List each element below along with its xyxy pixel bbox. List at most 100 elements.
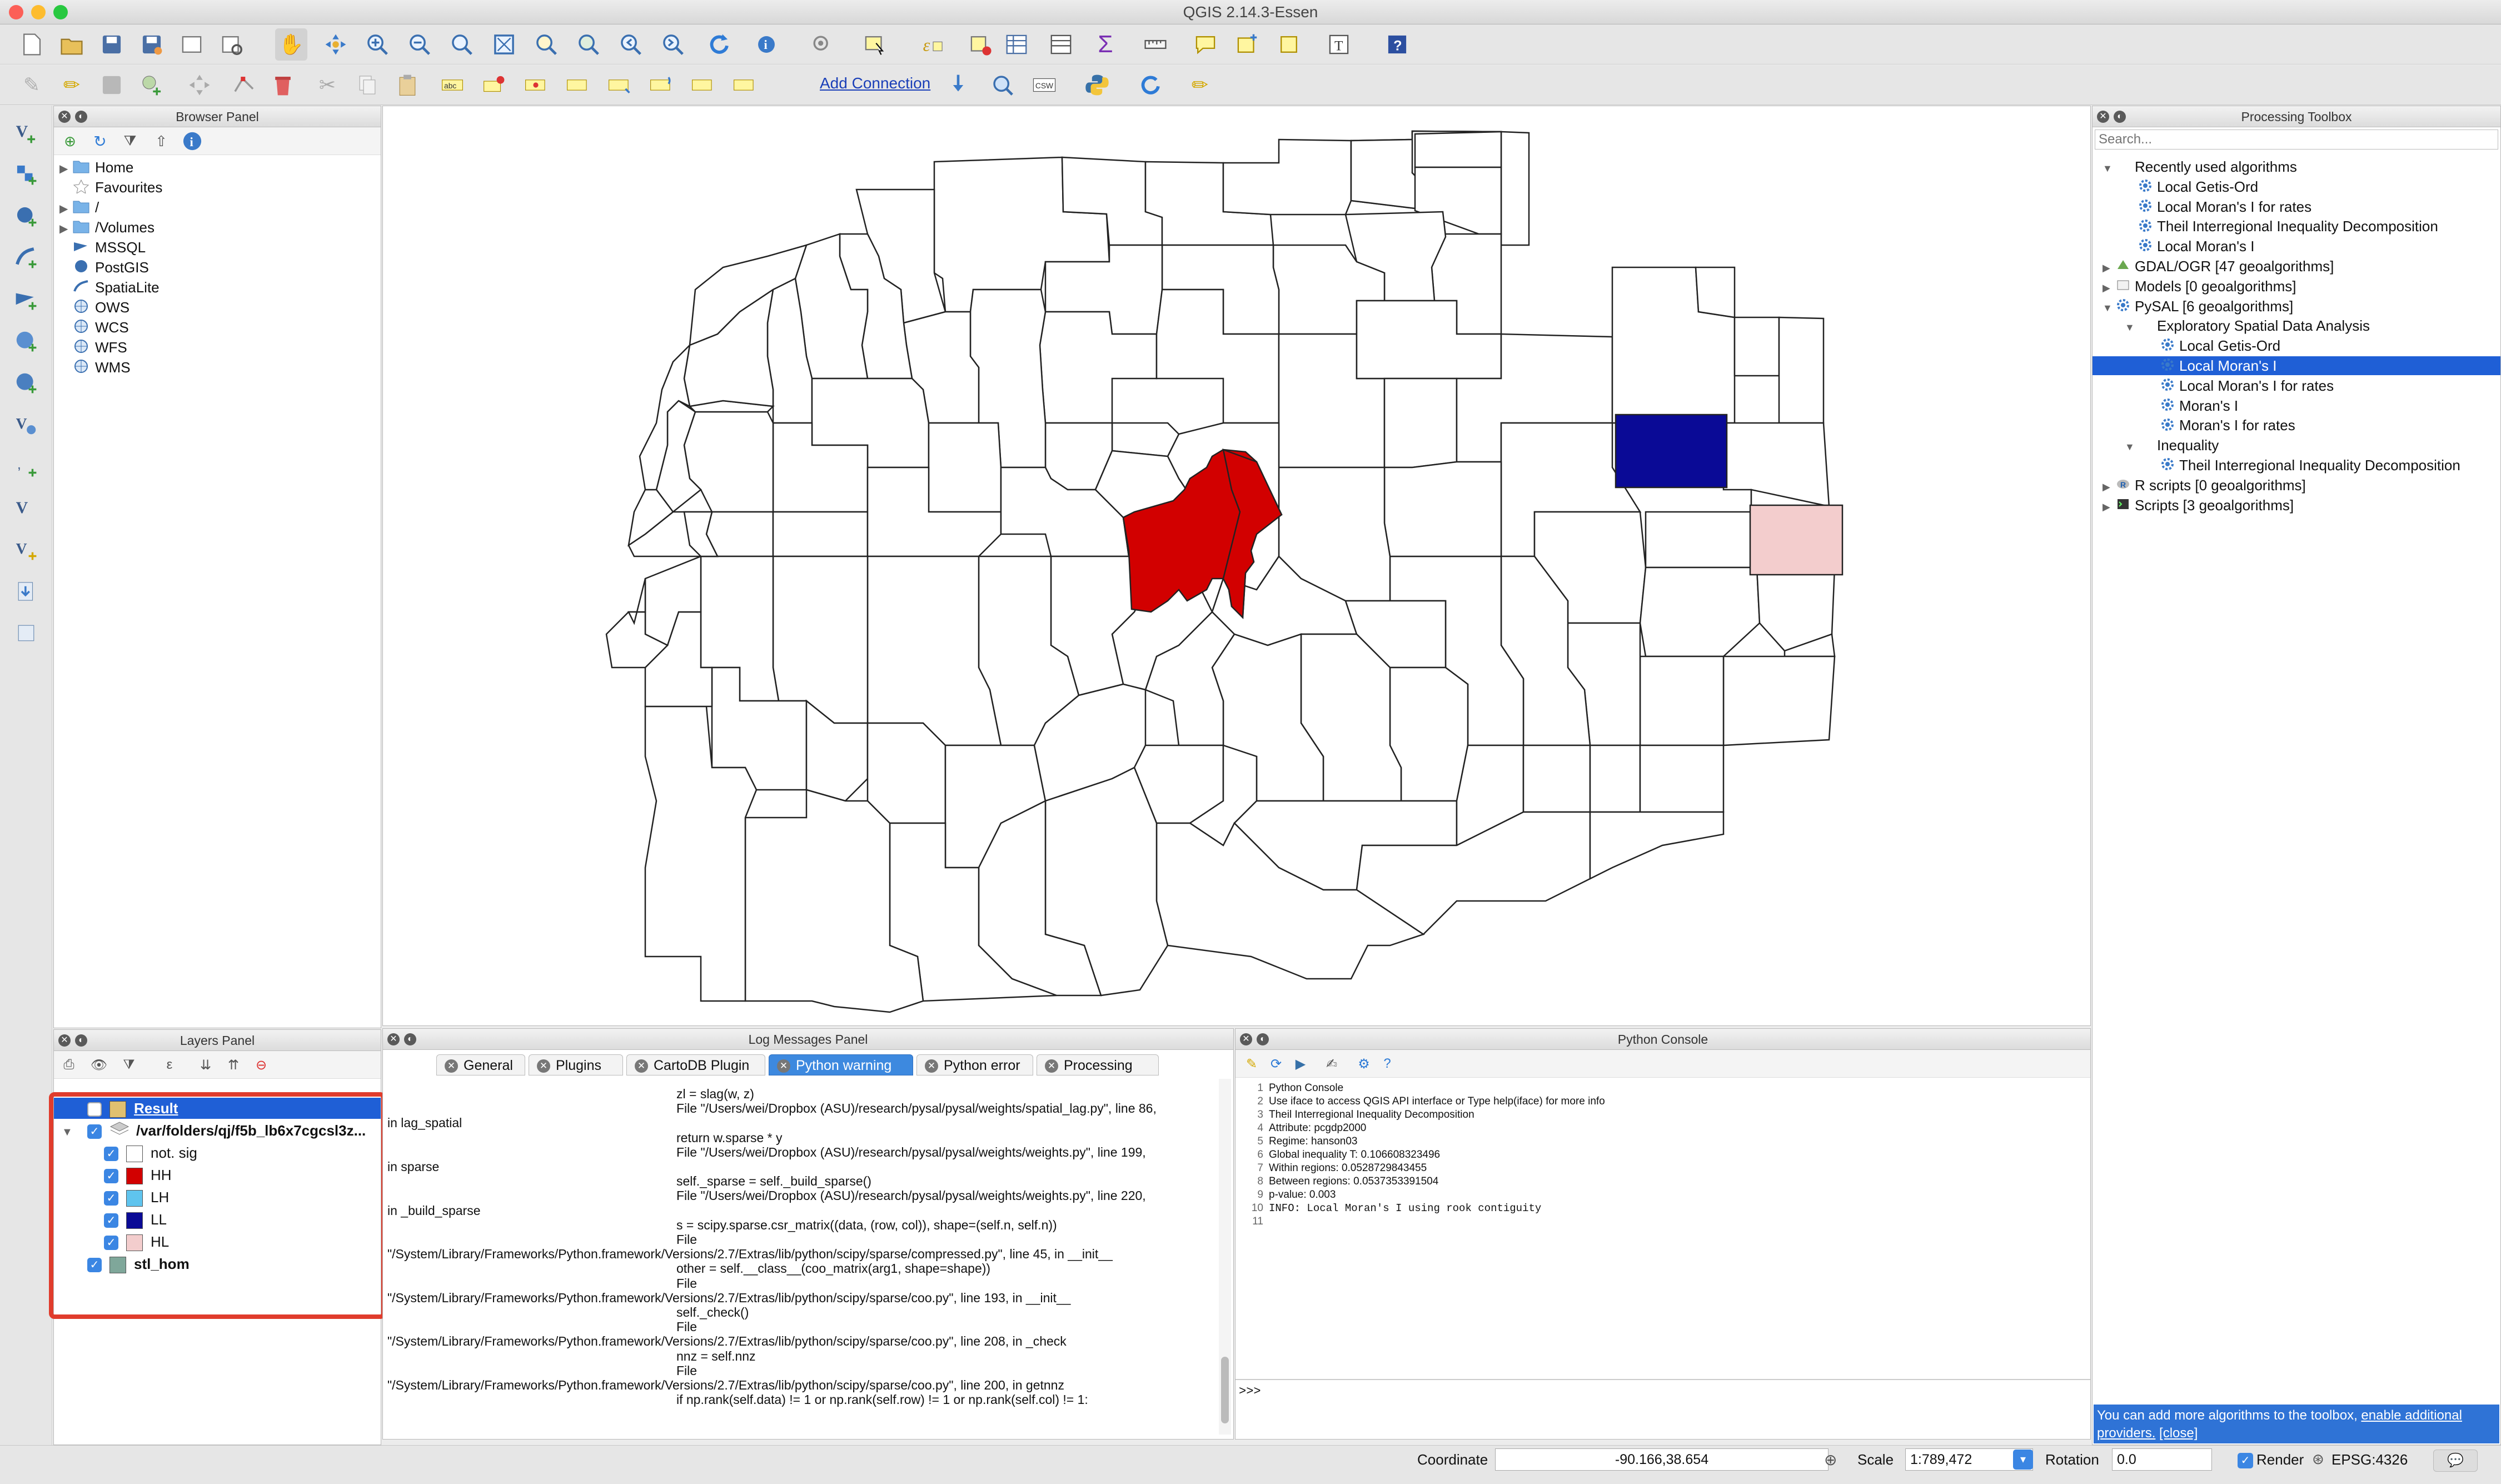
log-tab[interactable]: ✕ Python error — [916, 1054, 1033, 1075]
map-tips-icon[interactable] — [1189, 28, 1222, 61]
add-vector-layer-icon[interactable]: V — [10, 117, 42, 149]
zoom-to-selection-icon[interactable] — [530, 28, 562, 61]
label-properties-icon[interactable] — [728, 69, 760, 101]
log-tab[interactable]: ✕ CartoDB Plugin — [626, 1054, 765, 1075]
layer-visibility-checkbox[interactable]: ✓ — [104, 1213, 118, 1228]
layer-visibility-checkbox[interactable]: ✓ — [104, 1147, 118, 1162]
add-feature-icon[interactable] — [136, 69, 168, 101]
label-rotate-icon[interactable] — [645, 69, 677, 101]
filter-by-expression-icon[interactable]: ε — [153, 1052, 186, 1078]
zoom-out-icon[interactable] — [403, 28, 436, 61]
layer-item[interactable]: ✓ HL — [54, 1231, 381, 1252]
save-as-icon[interactable] — [136, 28, 168, 61]
close-icon[interactable]: ✕ — [58, 1034, 71, 1047]
digitize-icon[interactable]: ✏ — [1184, 69, 1216, 101]
layer-visibility-checkbox[interactable]: ✓ — [87, 1124, 102, 1139]
refresh-icon[interactable]: ↻ — [87, 128, 113, 154]
show-editor-icon[interactable]: ✍ — [1319, 1051, 1344, 1077]
processing-item[interactable]: Local Moran's I for rates — [2093, 376, 2500, 395]
float-icon[interactable]: ◐ — [75, 1034, 87, 1047]
log-tab[interactable]: ✕ General — [436, 1054, 525, 1075]
float-icon[interactable]: ◐ — [2114, 111, 2126, 123]
zoom-in-icon[interactable] — [361, 28, 393, 61]
print-composer-icon[interactable] — [176, 28, 208, 61]
help-icon[interactable]: ? — [1374, 1051, 1400, 1077]
crs-status[interactable]: EPSG:4326 — [2331, 1448, 2408, 1471]
crs-globe-icon[interactable]: ⊛ — [2312, 1451, 2330, 1468]
select-features-icon[interactable] — [806, 28, 838, 61]
close-tab-icon[interactable]: ✕ — [925, 1059, 938, 1073]
expand-all-icon[interactable]: ⇊ — [193, 1052, 218, 1078]
browser-item-home[interactable]: ▶ Home — [59, 157, 133, 177]
processing-item[interactable]: ▼ Inequality — [2093, 436, 2500, 455]
label-tool-icon[interactable]: abc — [436, 69, 469, 101]
label-highlight-icon[interactable] — [520, 69, 552, 101]
filter-icon[interactable]: ⧩ — [117, 128, 143, 154]
new-bookmark-icon[interactable] — [1231, 28, 1263, 61]
add-delimited-text-icon[interactable]: , — [10, 450, 42, 482]
map-canvas[interactable] — [382, 106, 2091, 1026]
collapse-arrow-icon[interactable]: ▼ — [62, 1122, 87, 1143]
label-pin-icon[interactable] — [478, 69, 510, 101]
identify-features-icon[interactable]: i — [750, 28, 783, 61]
close-tab-icon[interactable]: ✕ — [445, 1059, 458, 1073]
layer-visibility-checkbox[interactable]: ✓ — [87, 1258, 102, 1273]
import-class-icon[interactable]: ⟳ — [1263, 1051, 1289, 1077]
toggle-editing-icon[interactable]: ✏ — [56, 69, 88, 101]
save-layer-edits-icon[interactable] — [96, 69, 128, 101]
layer-item[interactable]: ✓ LL — [54, 1209, 381, 1230]
scale-dropdown-icon[interactable]: ▾ — [2013, 1450, 2033, 1470]
browser-item-wcs[interactable]: WCS — [59, 317, 129, 337]
browser-item-[interactable]: ▶ / — [59, 197, 99, 217]
field-calculator-icon[interactable] — [1045, 28, 1077, 61]
expand-arrow-icon[interactable]: ▶ — [2103, 278, 2116, 297]
processing-item[interactable]: Local Getis-Ord — [2093, 336, 2500, 355]
add-mssql-layer-icon[interactable] — [10, 283, 42, 316]
processing-item[interactable]: Theil Interregional Inequality Decomposi… — [2093, 217, 2500, 236]
open-project-icon[interactable] — [56, 28, 88, 61]
processing-item[interactable]: ▶ Scripts [3 geoalgorithms] — [2093, 496, 2500, 515]
messages-icon[interactable]: 💬 — [2433, 1450, 2478, 1472]
zoom-next-icon[interactable] — [657, 28, 689, 61]
add-wfs-layer-icon[interactable]: V — [10, 409, 42, 441]
cut-features-icon[interactable]: ✂ — [311, 69, 343, 101]
expand-arrow-icon[interactable]: ▶ — [2103, 477, 2116, 496]
statistical-summary-icon[interactable]: Σ — [1089, 28, 1122, 61]
attribute-table-icon[interactable] — [1000, 28, 1033, 61]
composer-manager-icon[interactable] — [216, 28, 248, 61]
collapse-arrow-icon[interactable]: ▼ — [2125, 318, 2138, 337]
zoom-to-layer-icon[interactable] — [572, 28, 605, 61]
processing-item[interactable]: Local Getis-Ord — [2093, 177, 2500, 196]
layer-item-selected[interactable]: Result — [54, 1098, 381, 1119]
add-wfs-icon[interactable] — [942, 69, 974, 101]
layer-visibility-checkbox[interactable]: ✓ — [104, 1236, 118, 1251]
python-console-icon[interactable] — [1081, 69, 1113, 101]
coordinate-field[interactable]: -90.166,38.654 — [1495, 1448, 1829, 1471]
collapse-all-icon[interactable]: ⇧ — [148, 128, 174, 154]
layer-visibility-checkbox[interactable] — [87, 1102, 102, 1117]
clear-console-icon[interactable]: ✎ — [1239, 1051, 1264, 1077]
add-postgis-layer-icon[interactable] — [10, 200, 42, 232]
log-text-area[interactable]: zl = slag(w, z) File "/Users/wei/Dropbox … — [387, 1087, 1210, 1437]
layer-item[interactable]: ✓ stl_hom — [54, 1253, 381, 1274]
pan-hand-icon[interactable]: ✋ — [275, 28, 307, 61]
help-icon[interactable]: ? — [1381, 28, 1413, 61]
add-grid-layer-icon[interactable] — [10, 617, 42, 649]
metasearch-icon[interactable] — [987, 69, 1019, 101]
text-annotation-icon[interactable]: T — [1323, 28, 1355, 61]
run-command-icon[interactable]: ▶ — [1288, 1051, 1313, 1077]
add-raster-layer-icon[interactable] — [10, 158, 42, 191]
toggle-extents-icon[interactable]: ⊕ — [1824, 1451, 1843, 1470]
rotation-field[interactable]: 0.0 — [2112, 1448, 2212, 1471]
close-tab-icon[interactable]: ✕ — [1045, 1059, 1058, 1073]
log-tab[interactable]: ✕ Processing — [1037, 1054, 1159, 1075]
layer-visibility-checkbox[interactable]: ✓ — [104, 1169, 118, 1184]
show-bookmarks-icon[interactable] — [1273, 28, 1305, 61]
expand-arrow-icon[interactable]: ▶ — [59, 199, 73, 219]
layer-item[interactable]: ✓ LH — [54, 1187, 381, 1208]
add-group-icon[interactable]: 👁 — [86, 1052, 112, 1078]
layer-item[interactable]: ✓ not. sig — [54, 1142, 381, 1163]
processing-item-selected[interactable]: Local Moran's I — [2093, 356, 2500, 375]
expand-arrow-icon[interactable]: ▶ — [2103, 497, 2116, 516]
collapse-arrow-icon[interactable]: ▼ — [2125, 437, 2138, 456]
